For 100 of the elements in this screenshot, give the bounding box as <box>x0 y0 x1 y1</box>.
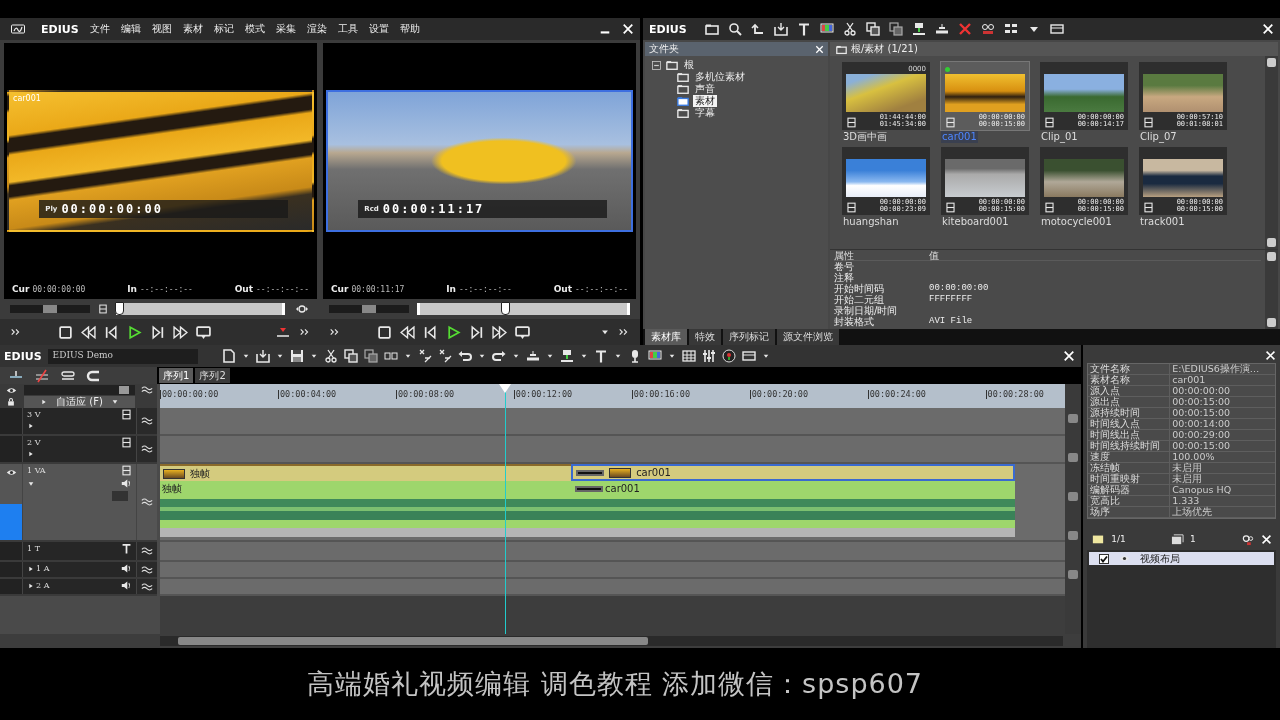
speaker-icon[interactable] <box>121 478 132 489</box>
checkbox[interactable] <box>1099 553 1110 564</box>
layer-item[interactable]: 视频布局 <box>1089 552 1274 565</box>
step-forward-icon[interactable] <box>150 324 165 340</box>
stop-icon[interactable] <box>377 324 392 340</box>
play-icon[interactable] <box>127 324 142 340</box>
folder-icon[interactable] <box>666 59 678 71</box>
audio-clip[interactable]: car001 <box>573 481 1016 496</box>
step-back-icon[interactable] <box>423 324 438 340</box>
text-icon[interactable] <box>121 543 132 554</box>
effect-icon[interactable] <box>1241 532 1255 546</box>
folder-icon[interactable] <box>836 43 847 55</box>
fast-forward-icon[interactable] <box>492 324 507 340</box>
color-bars-icon[interactable] <box>819 22 834 36</box>
double-chevron-icon[interactable] <box>329 326 341 338</box>
caret-icon[interactable] <box>275 352 284 360</box>
close-icon[interactable] <box>1261 533 1272 545</box>
color-wheel-icon[interactable] <box>721 349 736 363</box>
folder-icon[interactable] <box>677 83 689 95</box>
stop-icon[interactable] <box>58 324 73 340</box>
speaker-icon[interactable] <box>121 580 132 591</box>
expander-icon[interactable] <box>651 59 662 71</box>
step-back-icon[interactable] <box>104 324 119 340</box>
color-bars-icon[interactable] <box>647 349 662 363</box>
folder-icon[interactable] <box>704 22 719 36</box>
menu-item[interactable]: 素材 <box>182 22 203 36</box>
menu-item[interactable]: 模式 <box>244 22 265 36</box>
sequence-tab[interactable]: 序列1 <box>159 368 194 383</box>
menu-item[interactable]: 设置 <box>368 22 389 36</box>
undo-icon[interactable] <box>457 349 472 363</box>
ripple-icon[interactable] <box>383 349 398 363</box>
caret-icon[interactable] <box>667 352 676 360</box>
panel-tab[interactable]: 源文件浏览 <box>777 329 839 345</box>
save-icon[interactable] <box>289 349 304 363</box>
chain-icon[interactable] <box>60 368 76 383</box>
eye-icon[interactable] <box>5 467 17 478</box>
text-icon[interactable] <box>593 349 608 363</box>
squiggle-icon[interactable] <box>141 563 153 576</box>
layers-icon[interactable] <box>1170 532 1184 546</box>
vertical-scrollbar[interactable] <box>1265 250 1278 329</box>
squiggle-icon[interactable] <box>141 384 153 396</box>
insert-icon[interactable] <box>911 22 926 36</box>
eye-icon[interactable] <box>1119 553 1131 564</box>
panel-icon[interactable] <box>741 349 756 363</box>
expand-arrow-icon[interactable] <box>27 450 35 458</box>
zoom-slider[interactable] <box>24 385 135 395</box>
audio-clip[interactable]: 独帧 <box>160 481 573 496</box>
speaker-icon[interactable] <box>121 563 132 574</box>
menu-item[interactable]: 工具 <box>337 22 358 36</box>
tree-item[interactable]: 字幕 <box>693 107 717 119</box>
slider-knob[interactable] <box>119 386 130 394</box>
folder-icon[interactable] <box>677 95 689 107</box>
squiggle-icon[interactable] <box>141 545 153 557</box>
caret-icon[interactable] <box>511 352 520 360</box>
panel-tab[interactable]: 特效 <box>689 329 721 345</box>
tree-item[interactable]: 多机位素材 <box>693 71 747 83</box>
scissors-icon[interactable] <box>323 349 338 363</box>
close-icon[interactable] <box>1063 350 1076 362</box>
menu-item[interactable]: 渲染 <box>306 22 327 36</box>
folder-icon[interactable] <box>677 107 689 119</box>
position-track[interactable] <box>417 303 630 315</box>
menu-item[interactable]: 帮助 <box>399 22 420 36</box>
redo-icon[interactable] <box>491 349 506 363</box>
slider-thumb[interactable] <box>115 302 124 315</box>
panel-icon[interactable] <box>1049 22 1064 36</box>
mixer-icon[interactable] <box>701 349 716 363</box>
vertical-scrollbar[interactable] <box>1265 56 1278 249</box>
double-chevron-icon[interactable] <box>618 326 630 338</box>
squiggle-icon[interactable] <box>141 496 153 508</box>
close-icon[interactable] <box>622 23 634 35</box>
position-track[interactable] <box>116 303 285 315</box>
expand-arrow-icon[interactable] <box>27 422 35 430</box>
tape-icon[interactable] <box>980 22 995 36</box>
delete-gap-icon[interactable] <box>417 349 432 363</box>
paste-icon[interactable] <box>888 22 903 36</box>
new-file-icon[interactable] <box>221 349 236 363</box>
rewind-icon[interactable] <box>81 324 96 340</box>
double-chevron-icon[interactable] <box>299 326 311 338</box>
caret-icon[interactable] <box>403 352 412 360</box>
slider-thumb[interactable] <box>500 302 510 315</box>
caret-icon[interactable] <box>579 352 588 360</box>
rewind-icon[interactable] <box>400 324 415 340</box>
close-icon[interactable] <box>1265 349 1276 361</box>
lock-icon[interactable] <box>6 397 16 407</box>
sequence-tab[interactable]: 序列2 <box>195 368 230 383</box>
menu-item[interactable]: 标记 <box>213 22 234 36</box>
squiggle-icon[interactable] <box>141 443 153 455</box>
text-icon[interactable] <box>796 22 811 36</box>
copy-icon[interactable] <box>865 22 880 36</box>
caret-icon[interactable] <box>613 352 622 360</box>
import-icon[interactable] <box>773 22 788 36</box>
grid-view-icon[interactable] <box>1003 22 1018 36</box>
project-name-field[interactable]: EDIUS Demo <box>47 348 198 364</box>
fast-forward-icon[interactable] <box>173 324 188 340</box>
tree-item[interactable]: 根 <box>682 59 696 71</box>
caret-icon[interactable] <box>110 398 119 406</box>
film-icon[interactable] <box>121 437 132 448</box>
shuttle-slider[interactable] <box>10 305 90 313</box>
delete-clip-icon[interactable] <box>437 349 452 363</box>
overwrite-icon[interactable] <box>525 349 540 363</box>
